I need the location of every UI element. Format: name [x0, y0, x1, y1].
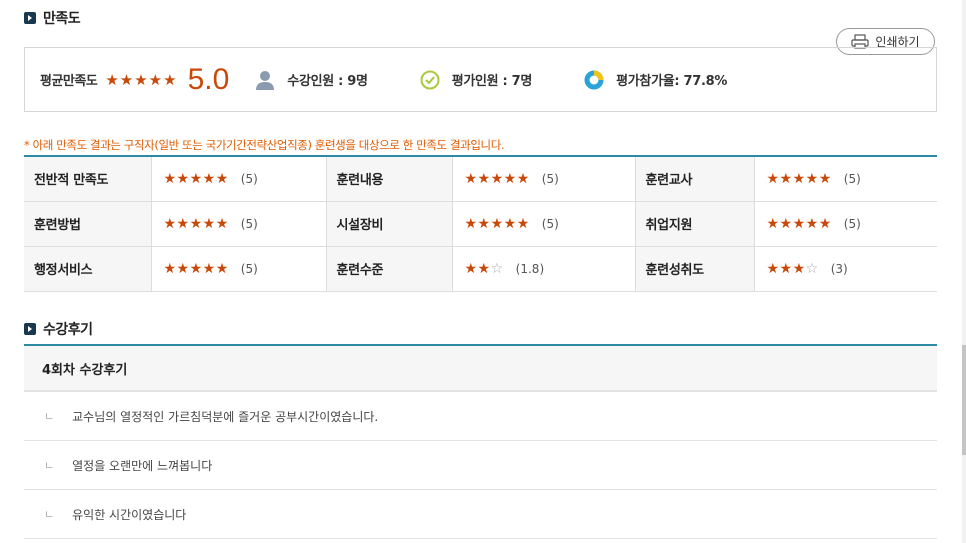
category-label: 시설장비	[326, 201, 452, 247]
person-icon	[255, 70, 275, 90]
category-label: 전반적 만족도	[24, 156, 151, 202]
satisfaction-section-title: 만족도	[43, 11, 81, 27]
review-text: 유익한 시간이였습니다	[72, 507, 187, 522]
review-text: 열정을 오랜만에 느껴봅니다	[72, 458, 213, 473]
rating-score: (5)	[240, 261, 258, 276]
category-rating: ★★★★★ (5)	[150, 156, 327, 202]
table-row: 전반적 만족도 ★★★★★ (5) 훈련내용 ★★★★★ (5) 훈련교사 ★★★★…	[24, 156, 937, 202]
rating-stars: ★★★★★	[163, 260, 229, 277]
reply-marker-icon: ㄴ	[44, 508, 55, 521]
evaluated-count: 평가인원 : 7명	[451, 74, 533, 89]
category-label: 행정서비스	[24, 246, 151, 292]
rating-score: (5)	[843, 216, 861, 231]
category-rating: ★★★★★ (5)	[753, 201, 937, 247]
satisfaction-score-table: 전반적 만족도 ★★★★★ (5) 훈련내용 ★★★★★ (5) 훈련교사 ★★★★…	[24, 155, 937, 292]
category-rating: ★★★★★ (5)	[150, 201, 327, 247]
list-item: ㄴ 유익한 시간이였습니다	[24, 490, 937, 539]
satisfaction-section-header: 만족도	[24, 8, 81, 28]
table-row: 훈련방법 ★★★★★ (5) 시설장비 ★★★★★ (5) 취업지원 ★★★★★ (5…	[24, 201, 937, 247]
rating-stars: ★★★★★	[464, 215, 530, 232]
category-rating: ★★☆ (1.8)	[451, 246, 636, 292]
category-rating: ★★★★★ (5)	[451, 156, 636, 202]
donut-chart-icon	[584, 70, 604, 90]
rating-stars: ★★★★★	[766, 170, 832, 187]
category-label: 훈련방법	[24, 201, 151, 247]
rating-stars: ★★★	[766, 260, 806, 277]
rating-stars: ★★	[464, 260, 491, 277]
avg-rating-stars: ★★★★★	[105, 70, 178, 89]
scrollbar-thumb[interactable]	[962, 345, 966, 455]
rating-score: (5)	[240, 216, 258, 231]
rating-score: (3)	[830, 261, 848, 276]
table-row: 행정서비스 ★★★★★ (5) 훈련수준 ★★☆ (1.8) 훈련성취도 ★★★☆(…	[24, 246, 937, 292]
reviews-list: 4회차 수강후기 ㄴ 교수님의 열정적인 가르침덕분에 즐거운 공부시간이였습니…	[24, 344, 937, 539]
page-scrollbar[interactable]	[962, 0, 966, 543]
category-label: 훈련성취도	[635, 246, 754, 292]
rating-score: (5)	[541, 216, 559, 231]
rating-score: (5)	[843, 171, 861, 186]
rating-stars: ★★★★★	[163, 170, 229, 187]
list-item: ㄴ 열정을 오랜만에 느껴봅니다	[24, 441, 937, 490]
rating-stars: ★★★★★	[766, 215, 832, 232]
evaluated-stat: 평가인원 : 7명	[420, 70, 532, 90]
rating-stars: ★★★★★	[464, 170, 530, 187]
category-label: 취업지원	[635, 201, 754, 247]
rating-empty-stars: ☆	[805, 260, 819, 277]
category-rating: ★★★★★ (5)	[451, 201, 636, 247]
category-rating: ★★★★★ (5)	[753, 156, 937, 202]
reply-marker-icon: ㄴ	[44, 410, 55, 423]
section-bullet-icon	[24, 323, 36, 335]
rating-stars: ★★★★★	[163, 215, 229, 232]
reviews-header: 4회차 수강후기	[24, 346, 937, 392]
category-label: 훈련교사	[635, 156, 754, 202]
rating-score: (5)	[541, 171, 559, 186]
rating-score: (5)	[240, 171, 258, 186]
review-text: 교수님의 열정적인 가르침덕분에 즐거운 공부시간이였습니다.	[72, 409, 379, 424]
category-label: 훈련내용	[326, 156, 452, 202]
section-bullet-icon	[24, 12, 36, 24]
category-label: 훈련수준	[326, 246, 452, 292]
list-item: ㄴ 교수님의 열정적인 가르침덕분에 즐거운 공부시간이였습니다.	[24, 392, 937, 441]
rating-score: (1.8)	[515, 261, 545, 276]
rating-empty-stars: ☆	[490, 260, 504, 277]
avg-rating-score: 5.0	[187, 62, 230, 96]
participation-stat: 평가참가율: 77.8%	[584, 70, 727, 90]
reply-marker-icon: ㄴ	[44, 459, 55, 472]
reviews-section-title: 수강후기	[43, 322, 93, 338]
enrolled-stat: 수강인원 : 9명	[255, 70, 368, 90]
satisfaction-summary: 평균만족도 ★★★★★ 5.0 수강인원 : 9명 평가인원 : 7명 평가참가	[24, 47, 937, 112]
satisfaction-notice: * 아래 만족도 결과는 구직자(일반 또는 국가기간전략산업직종) 훈련생을 …	[24, 138, 505, 152]
participation-rate: 평가참가율: 77.8%	[616, 74, 728, 89]
category-rating: ★★★★★ (5)	[150, 246, 327, 292]
check-circle-icon	[420, 70, 440, 90]
enrolled-count: 수강인원 : 9명	[287, 74, 368, 89]
category-rating: ★★★☆ (3)	[753, 246, 937, 292]
avg-satisfaction-label: 평균만족도	[40, 74, 98, 89]
reviews-section-header: 수강후기	[24, 319, 93, 339]
